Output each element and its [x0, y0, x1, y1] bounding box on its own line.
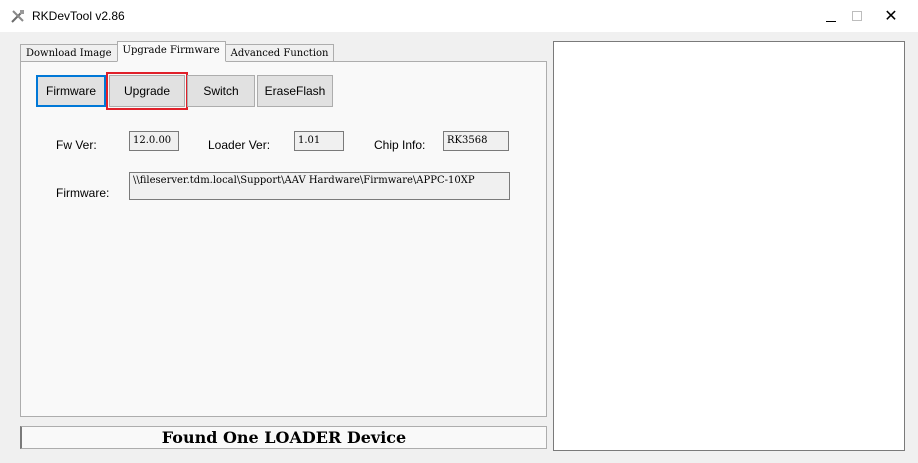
- log-panel[interactable]: [553, 41, 905, 451]
- fw-ver-field: 12.0.00: [129, 131, 179, 151]
- firmware-label: Firmware:: [56, 186, 110, 200]
- tab-download-image[interactable]: Download Image: [20, 44, 118, 62]
- status-bar: Found One LOADER Device: [20, 426, 547, 449]
- tools-icon: [11, 10, 24, 23]
- maximize-button[interactable]: [838, 0, 876, 32]
- upgrade-button[interactable]: Upgrade: [106, 72, 188, 110]
- chip-info-label: Chip Info:: [374, 138, 426, 152]
- tab-strip: Download Image Upgrade Firmware Advanced…: [20, 41, 335, 62]
- app-window: RKDevTool v2.86 ✕ Download Image Upgrade…: [0, 0, 918, 463]
- fw-ver-label: Fw Ver:: [56, 138, 97, 152]
- close-button[interactable]: ✕: [872, 0, 910, 32]
- loader-ver-label: Loader Ver:: [208, 138, 271, 152]
- title-bar[interactable]: RKDevTool v2.86 ✕: [0, 0, 918, 32]
- minimize-icon: [826, 20, 836, 22]
- switch-button[interactable]: Switch: [187, 75, 255, 107]
- firmware-path-field[interactable]: \\fileserver.tdm.local\Support\AAV Hardw…: [129, 172, 510, 200]
- tab-advanced-function[interactable]: Advanced Function: [224, 44, 335, 62]
- loader-ver-field: 1.01: [294, 131, 344, 151]
- tab-upgrade-firmware[interactable]: Upgrade Firmware: [116, 41, 226, 62]
- eraseflash-button[interactable]: EraseFlash: [257, 75, 333, 107]
- chip-info-field: RK3568: [443, 131, 509, 151]
- maximize-icon: [852, 11, 862, 21]
- upgrade-firmware-panel: Firmware Upgrade Switch EraseFlash Fw Ve…: [20, 61, 547, 417]
- close-icon: ✕: [884, 6, 898, 25]
- firmware-button[interactable]: Firmware: [36, 75, 106, 107]
- window-title: RKDevTool v2.86: [32, 9, 125, 23]
